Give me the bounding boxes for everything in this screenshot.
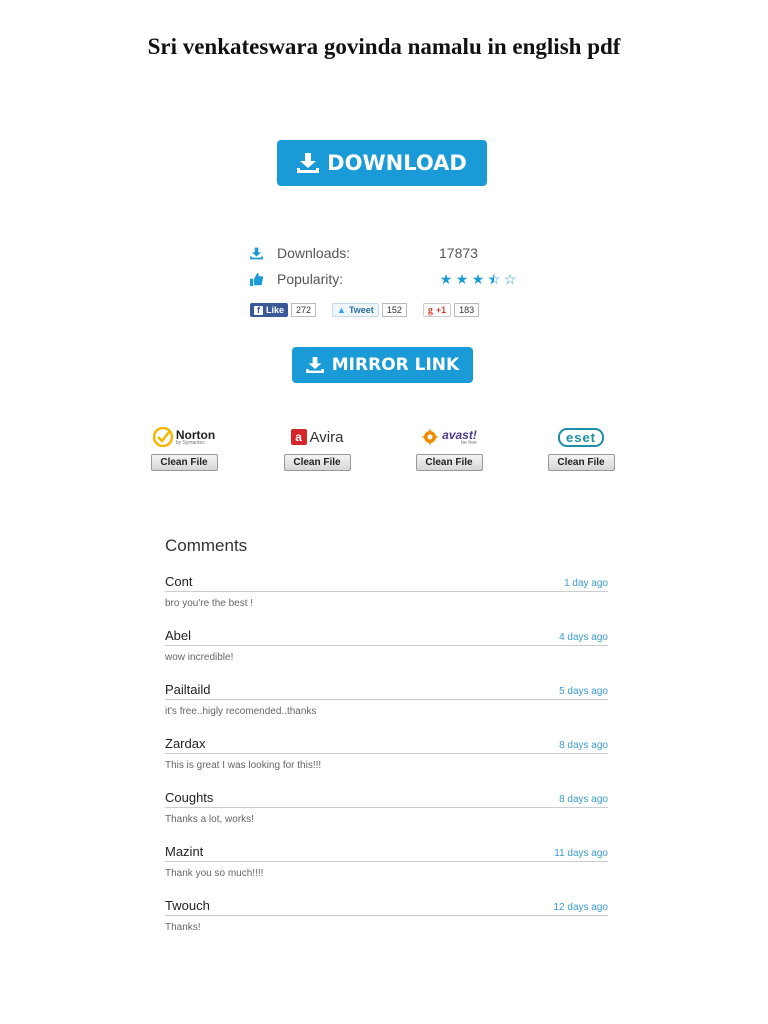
comment-item: Mazint 11 days ago Thank you so much!!!! [165,844,608,898]
norton-sub: by Symantec [175,439,205,446]
avira-clean-file-button[interactable]: Clean File [283,454,351,471]
tweet-count: 152 [381,303,407,317]
download-icon [249,246,263,260]
comment-text: wow incredible! [165,652,234,663]
norton-logo: Norton by Symantec [152,420,216,454]
comment-text: Thanks a lot, works! [165,814,254,825]
comment-author: Cont [165,574,193,589]
star-full-icon: ★ [471,270,485,287]
tweet-label: Tweet [348,305,374,315]
avira-logo: a Avira [290,420,344,454]
downloads-label: Downloads: [277,245,351,261]
social-buttons: f Like 272 ▲ Tweet 152 g +1 183 [250,303,480,317]
facebook-like-button[interactable]: f Like [250,303,289,317]
twitter-bird-icon: ▲ [337,305,346,315]
twitter-tweet[interactable]: ▲ Tweet 152 [332,303,407,317]
comment-header: Coughts 8 days ago [165,790,608,808]
avast-clean-file-button[interactable]: Clean File [415,454,483,471]
eset-logo: eset [557,420,605,454]
facebook-like-count: 272 [291,303,317,317]
comment-time[interactable]: 5 days ago [559,686,608,697]
download-button[interactable]: DOWNLOAD [277,140,487,186]
comment-text: it's free..higly recomended..thanks [165,706,317,717]
avira-name: Avira [309,428,344,446]
downloads-value: 17873 [439,245,478,261]
thumbs-up-icon [249,272,263,286]
comment-header: Mazint 11 days ago [165,844,608,862]
comment-header: Pailtaild 5 days ago [165,682,608,700]
comment-item: Pailtaild 5 days ago it's free..higly reco… [165,682,608,736]
comment-item: Coughts 8 days ago Thanks a lot, works! [165,790,608,844]
googleplus-label: +1 [435,305,447,315]
comment-text: Thank you so much!!!! [165,868,264,879]
star-full-icon: ★ [439,270,453,287]
comment-header: Cont 1 day ago [165,574,608,592]
comment-text: bro you're the best ! [165,598,254,609]
comment-time[interactable]: 1 day ago [564,578,608,589]
comment-header: Twouch 12 days ago [165,898,608,916]
comments-heading: Comments [165,536,248,555]
page-title: Sri venkateswara govinda namalu in engli… [147,34,621,59]
facebook-like-label: Like [266,305,285,315]
download-icon [297,153,320,173]
comment-item: Twouch 12 days ago Thanks! [165,898,608,952]
mirror-link-label: MIRROR LINK [331,355,460,375]
googleplus-count: 183 [454,303,480,317]
comment-item: Zardax 8 days ago This is great I was look… [165,736,608,790]
comment-list: Cont 1 day ago bro you're the best ! Abel 4 … [165,574,608,952]
comment-text: This is great I was looking for this!!! [165,760,322,771]
eset-scan: eset Clean File [547,420,615,471]
avira-icon: a [290,429,307,445]
download-button-label: DOWNLOAD [327,151,467,175]
download-icon [305,357,324,373]
googleplus-icon: g [427,304,433,316]
comment-header: Zardax 8 days ago [165,736,608,754]
tweet-button[interactable]: ▲ Tweet [332,303,379,317]
comment-author: Coughts [165,790,214,805]
comments-section: Comments Cont 1 day ago bro you're the bes… [165,536,608,952]
mirror-link-button[interactable]: MIRROR LINK [292,347,473,383]
comment-time[interactable]: 8 days ago [559,740,608,751]
norton-scan: Norton by Symantec Clean File [150,420,218,471]
popularity-rating: ★★★☆★☆ [439,271,517,288]
comment-time[interactable]: 8 days ago [559,794,608,805]
comment-author: Twouch [165,898,210,913]
avira-scan: a Avira Clean File [283,420,351,471]
avast-scan: avast! be free Clean File [415,420,483,471]
comment-time[interactable]: 12 days ago [554,902,609,913]
star-full-icon: ★ [455,270,469,287]
facebook-like[interactable]: f Like 272 [250,303,317,317]
avast-name: avast! [442,427,477,442]
avast-logo: avast! be free [421,420,477,454]
comment-item: Cont 1 day ago bro you're the best ! [165,574,608,628]
comment-time[interactable]: 4 days ago [559,632,608,643]
norton-check-icon [152,427,173,447]
comment-author: Zardax [165,736,206,751]
comment-author: Abel [165,628,192,643]
comment-text: Thanks! [165,922,201,933]
comment-header: Abel 4 days ago [165,628,608,646]
downloads-row: Downloads: 17873 [249,240,549,266]
popularity-row: Popularity: ★★★☆★☆ [249,266,549,292]
eset-clean-file-button[interactable]: Clean File [547,454,615,471]
norton-name: Norton [175,427,216,442]
comment-author: Pailtaild [165,682,211,697]
antivirus-scan-row: Norton by Symantec Clean File a Avira Cl… [150,420,616,480]
star-empty-icon: ☆ [503,270,517,287]
star-half-icon: ☆★ [487,270,501,287]
file-stats: Downloads: 17873 Popularity: ★★★☆★☆ [249,240,549,292]
popularity-label: Popularity: [277,271,344,287]
comment-author: Mazint [165,844,204,859]
eset-name: eset [557,427,605,447]
googleplus-share[interactable]: g +1 183 [422,303,480,317]
facebook-icon: f [254,305,263,315]
comment-item: Abel 4 days ago wow incredible! [165,628,608,682]
googleplus-button[interactable]: g +1 [422,303,452,317]
comment-time[interactable]: 11 days ago [554,848,608,859]
avast-sub: be free [461,439,477,446]
norton-clean-file-button[interactable]: Clean File [150,454,218,471]
avast-star-icon [421,428,440,446]
